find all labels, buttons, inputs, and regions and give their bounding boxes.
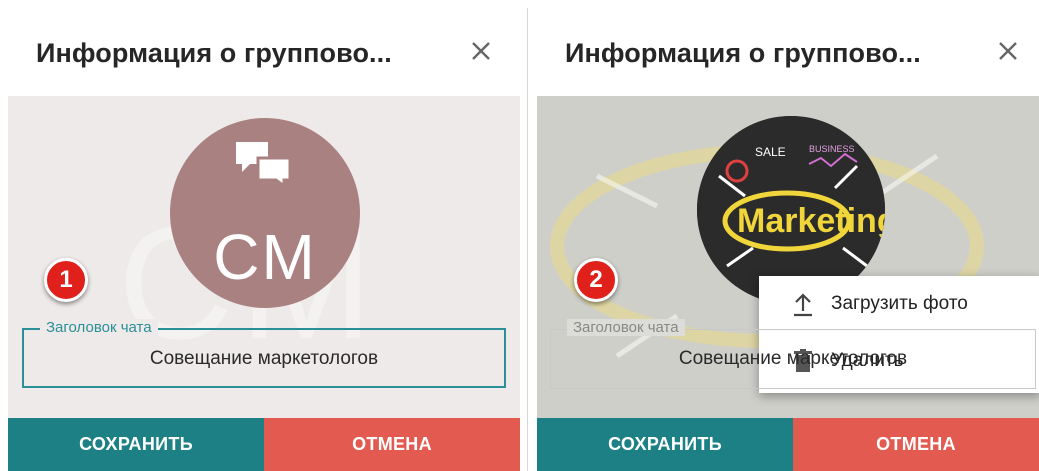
chat-title-input[interactable]: Совещание маркетологов xyxy=(24,348,504,370)
photo-label-business: BUSINESS xyxy=(809,144,855,154)
upload-photo-label: Загрузить фото xyxy=(831,293,968,314)
save-button[interactable]: СОХРАНИТЬ xyxy=(8,418,264,471)
photo-text: Marketing xyxy=(737,202,885,240)
upload-photo-menu-item[interactable]: Загрузить фото xyxy=(759,279,1039,329)
cancel-button[interactable]: ОТМЕНА xyxy=(793,418,1039,471)
cancel-button[interactable]: ОТМЕНА xyxy=(264,418,520,471)
chat-title-field[interactable]: Заголовок чата Совещание маркетологов xyxy=(550,319,1036,389)
save-button[interactable]: СОХРАНИТЬ xyxy=(537,418,793,471)
group-info-dialog-1: Информация о группово... CM CM 1 Заголов… xyxy=(8,8,520,471)
step-badge: 1 xyxy=(44,258,88,302)
chat-title-field[interactable]: Заголовок чата Совещание маркетологов xyxy=(22,319,506,388)
close-icon[interactable] xyxy=(995,38,1021,64)
dialog-header: Информация о группово... xyxy=(8,8,520,96)
group-avatar[interactable]: CM xyxy=(170,118,360,308)
step-badge: 2 xyxy=(574,258,618,302)
dialog-header: Информация о группово... xyxy=(537,8,1039,96)
chat-title-label: Заголовок чата xyxy=(40,319,158,336)
dialog-title: Информация о группово... xyxy=(36,38,392,68)
chat-title-input[interactable]: Совещание маркетологов xyxy=(551,348,1035,370)
chat-title-label: Заголовок чата xyxy=(567,319,685,336)
avatar-initials: CM xyxy=(213,221,317,293)
group-info-dialog-2: Информация о группово... Marketing SALE … xyxy=(537,8,1039,471)
photo-label-sale: SALE xyxy=(755,145,786,159)
panel-divider xyxy=(527,8,528,471)
chat-icon xyxy=(234,140,294,193)
close-icon[interactable] xyxy=(468,38,494,64)
upload-icon xyxy=(792,291,814,317)
dialog-title: Информация о группово... xyxy=(565,38,921,68)
